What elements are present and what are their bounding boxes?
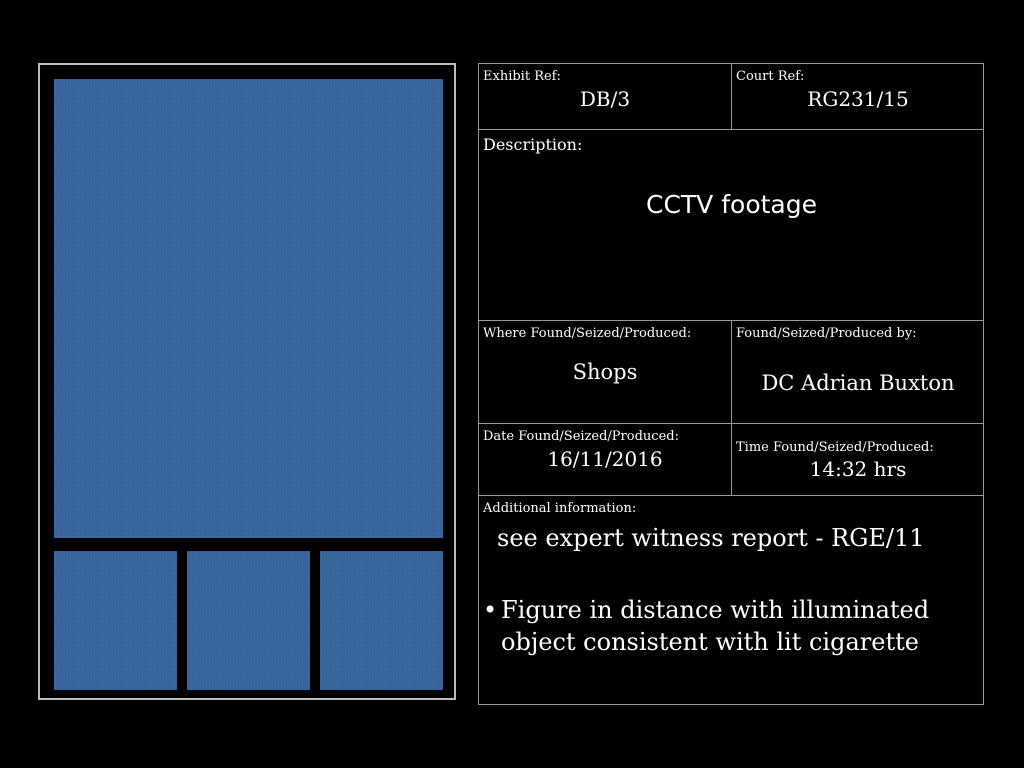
court-ref-label: Court Ref: [736, 69, 805, 84]
description-cell: Description: CCTV footage [479, 130, 984, 320]
time-found-value: 14:32 hrs [809, 457, 907, 481]
exhibit-ref-label: Exhibit Ref: [483, 69, 561, 84]
additional-info-text: see expert witness report - RGE/11 [497, 524, 925, 552]
time-found-cell: Time Found/Seized/Produced: 14:32 hrs [732, 424, 984, 495]
exhibit-label-form: Exhibit Ref: DB/3 Court Ref: RG231/15 De… [478, 63, 984, 705]
date-found-value: 16/11/2016 [547, 447, 663, 471]
thumbnail-photo-2[interactable] [187, 551, 310, 690]
bullet-icon: • [483, 596, 498, 624]
found-by-cell: Found/Seized/Produced by: DC Adrian Buxt… [732, 321, 984, 423]
list-item: • Figure in distance with illuminated ob… [483, 594, 973, 658]
court-ref-cell: Court Ref: RG231/15 [732, 64, 984, 129]
date-found-label: Date Found/Seized/Produced: [483, 429, 679, 444]
found-by-value: DC Adrian Buxton [761, 371, 955, 395]
where-found-value: Shops [572, 360, 638, 384]
court-ref-value: RG231/15 [807, 87, 909, 111]
thumbnail-photo-3[interactable] [320, 551, 443, 690]
additional-info-label: Additional information: [483, 501, 637, 516]
photo-panel [38, 63, 456, 700]
divider [479, 495, 983, 496]
exhibit-ref-value: DB/3 [579, 87, 631, 111]
main-photo[interactable] [54, 79, 443, 538]
where-found-cell: Where Found/Seized/Produced: Shops [479, 321, 731, 423]
where-found-label: Where Found/Seized/Produced: [483, 326, 692, 341]
description-value: CCTV footage [646, 190, 817, 219]
date-found-cell: Date Found/Seized/Produced: 16/11/2016 [479, 424, 731, 495]
thumbnail-photo-1[interactable] [54, 551, 177, 690]
description-label: Description: [483, 135, 583, 154]
additional-info-bullet: Figure in distance with illuminated obje… [501, 596, 930, 656]
exhibit-ref-cell: Exhibit Ref: DB/3 [479, 64, 731, 129]
found-by-label: Found/Seized/Produced by: [736, 326, 917, 341]
time-found-label: Time Found/Seized/Produced: [736, 440, 934, 455]
